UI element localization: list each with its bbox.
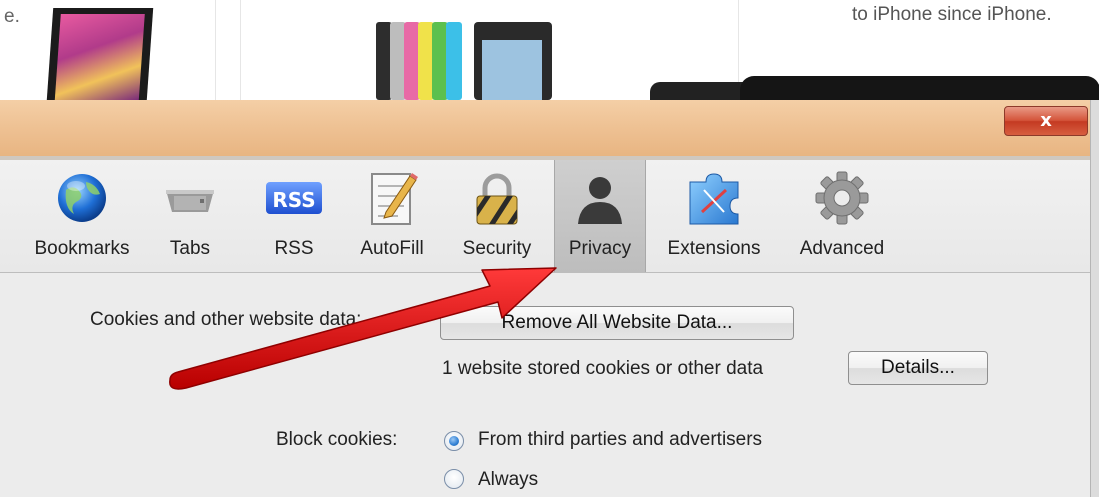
- tab-label: RSS: [274, 238, 314, 259]
- tab-label: AutoFill: [360, 238, 424, 259]
- preferences-dialog: x Bookmarks Tabs RSS RSS AutoFill Securi…: [0, 100, 1099, 497]
- radio-label: From third parties and advertisers: [478, 429, 763, 450]
- ipod-image: [376, 22, 576, 100]
- rss-icon: RSS: [266, 182, 322, 214]
- tab-autofill[interactable]: AutoFill: [346, 160, 438, 272]
- tabs-icon: [166, 190, 214, 212]
- radio-always[interactable]: [444, 469, 464, 489]
- background-text-left: e.: [4, 6, 20, 27]
- tab-rss[interactable]: RSS RSS: [258, 160, 330, 272]
- window-edge: [1090, 100, 1099, 497]
- remove-all-website-data-button[interactable]: Remove All Website Data...: [440, 306, 794, 340]
- background-webpage: e. to iPhone since iPhone.: [0, 0, 1099, 100]
- puzzle-icon: [689, 173, 739, 225]
- tab-label: Security: [462, 238, 532, 259]
- background-text-right: to iPhone since iPhone.: [852, 4, 1052, 25]
- tab-advanced[interactable]: Advanced: [786, 160, 898, 272]
- autofill-icon: [371, 173, 418, 225]
- tab-security[interactable]: Security: [450, 160, 544, 272]
- gear-icon: [815, 171, 869, 225]
- tab-privacy[interactable]: Privacy: [554, 160, 646, 272]
- title-bar: x: [0, 100, 1099, 156]
- globe-icon: [58, 174, 106, 222]
- lock-icon: [476, 173, 518, 225]
- radio-label: Always: [478, 469, 539, 490]
- tab-label: Extensions: [667, 238, 761, 259]
- tab-label: Advanced: [799, 238, 885, 259]
- tab-bookmarks[interactable]: Bookmarks: [18, 160, 146, 272]
- iphone-image: [740, 76, 1099, 100]
- tab-label: Tabs: [169, 238, 211, 259]
- close-button[interactable]: x: [1004, 106, 1088, 136]
- background-divider: [240, 0, 241, 100]
- preferences-toolbar: Bookmarks Tabs RSS RSS AutoFill Security…: [0, 160, 1099, 273]
- block-cookies-label: Block cookies:: [276, 429, 398, 450]
- ipad-image: [46, 8, 154, 100]
- privacy-pane: Cookies and other website data: Remove A…: [0, 273, 1099, 497]
- details-button[interactable]: Details...: [848, 351, 988, 385]
- rss-badge-text: RSS: [272, 188, 315, 212]
- stored-data-text: 1 website stored cookies or other data: [442, 358, 764, 379]
- cookies-label: Cookies and other website data:: [90, 309, 362, 330]
- tab-tabs[interactable]: Tabs: [158, 160, 222, 272]
- tab-label: Privacy: [568, 238, 632, 259]
- tab-label: Bookmarks: [34, 238, 130, 259]
- radio-third-parties[interactable]: [444, 431, 464, 451]
- background-divider: [215, 0, 216, 100]
- tab-extensions[interactable]: Extensions: [654, 160, 774, 272]
- person-icon: [578, 177, 622, 224]
